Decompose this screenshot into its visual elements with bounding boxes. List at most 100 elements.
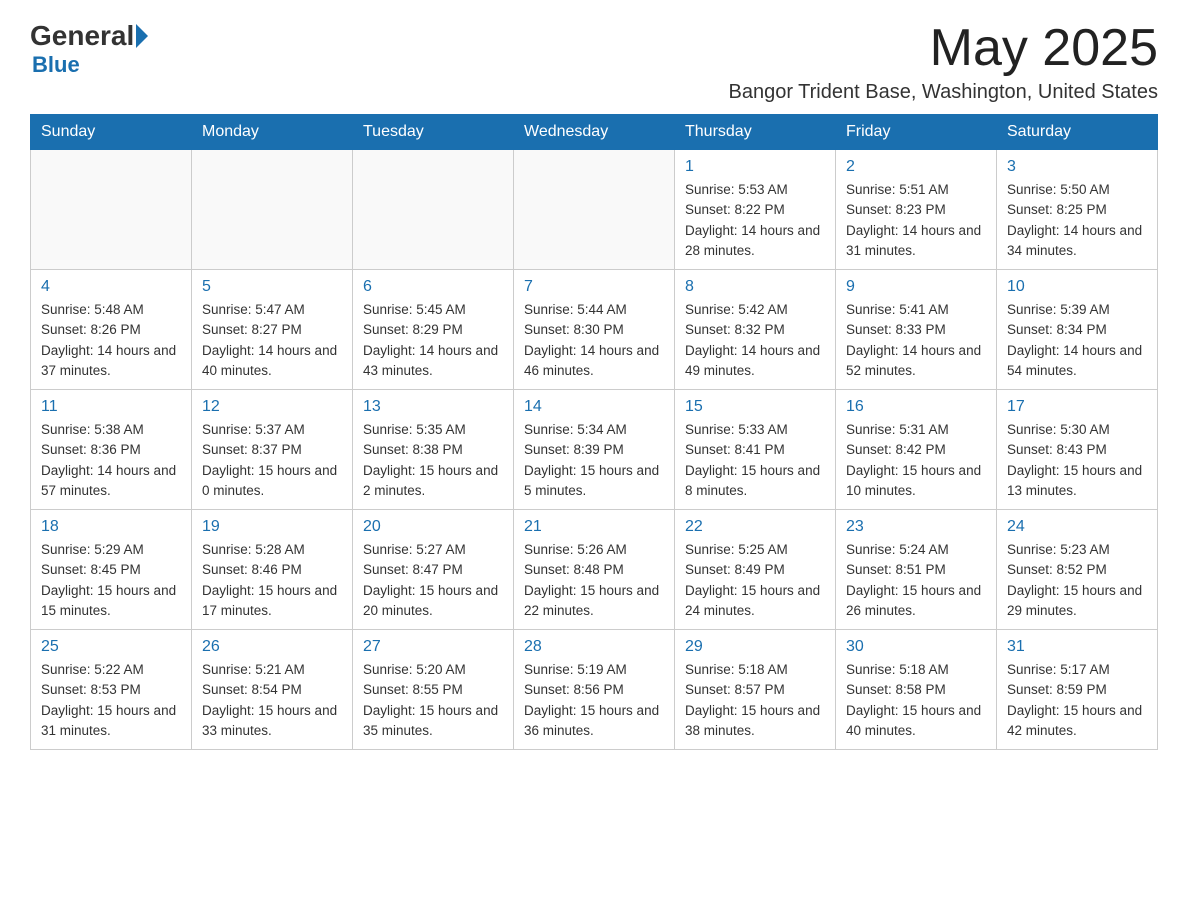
calendar-cell: 2 Sunrise: 5:51 AMSunset: 8:23 PMDaylight… xyxy=(836,150,997,270)
day-info: Sunrise: 5:38 AMSunset: 8:36 PMDaylight:… xyxy=(41,420,181,501)
day-info: Sunrise: 5:19 AMSunset: 8:56 PMDaylight:… xyxy=(524,660,664,741)
day-number: 15 xyxy=(685,398,825,416)
day-number: 24 xyxy=(1007,518,1147,536)
day-info: Sunrise: 5:51 AMSunset: 8:23 PMDaylight:… xyxy=(846,180,986,261)
calendar-week-row: 1 Sunrise: 5:53 AMSunset: 8:22 PMDaylight… xyxy=(31,150,1158,270)
day-info: Sunrise: 5:21 AMSunset: 8:54 PMDaylight:… xyxy=(202,660,342,741)
day-info: Sunrise: 5:47 AMSunset: 8:27 PMDaylight:… xyxy=(202,300,342,381)
calendar-cell: 17Sunrise: 5:30 AMSunset: 8:43 PMDayligh… xyxy=(997,390,1158,510)
day-number: 11 xyxy=(41,398,181,416)
calendar-cell: 10Sunrise: 5:39 AMSunset: 8:34 PMDayligh… xyxy=(997,270,1158,390)
calendar-cell: 3Sunrise: 5:50 AMSunset: 8:25 PMDaylight… xyxy=(997,150,1158,270)
day-info: Sunrise: 5:24 AMSunset: 8:51 PMDaylight:… xyxy=(846,540,986,621)
calendar-week-row: 11 Sunrise: 5:38 AMSunset: 8:36 PMDayligh… xyxy=(31,390,1158,510)
calendar-header-wednesday: Wednesday xyxy=(514,115,675,150)
day-info: Sunrise: 5:48 AMSunset: 8:26 PMDaylight:… xyxy=(41,300,181,381)
calendar-cell: 24 Sunrise: 5:23 AMSunset: 8:52 PMDayligh… xyxy=(997,510,1158,630)
calendar-cell xyxy=(192,150,353,270)
day-number: 20 xyxy=(363,518,503,536)
day-info: Sunrise: 5:18 AMSunset: 8:57 PMDaylight:… xyxy=(685,660,825,741)
day-number: 8 xyxy=(685,278,825,296)
calendar-week-row: 4 Sunrise: 5:48 AMSunset: 8:26 PMDaylight… xyxy=(31,270,1158,390)
calendar-week-row: 25Sunrise: 5:22 AMSunset: 8:53 PMDayligh… xyxy=(31,630,1158,750)
day-info: Sunrise: 5:27 AMSunset: 8:47 PMDaylight:… xyxy=(363,540,503,621)
calendar-cell: 22 Sunrise: 5:25 AMSunset: 8:49 PMDayligh… xyxy=(675,510,836,630)
day-number: 10 xyxy=(1007,278,1147,296)
calendar-cell: 11 Sunrise: 5:38 AMSunset: 8:36 PMDayligh… xyxy=(31,390,192,510)
logo-arrow-icon xyxy=(136,24,148,48)
day-number: 1 xyxy=(685,158,825,176)
day-number: 14 xyxy=(524,398,664,416)
day-info: Sunrise: 5:18 AMSunset: 8:58 PMDaylight:… xyxy=(846,660,986,741)
calendar-cell: 13 Sunrise: 5:35 AMSunset: 8:38 PMDayligh… xyxy=(353,390,514,510)
calendar-cell: 27 Sunrise: 5:20 AMSunset: 8:55 PMDayligh… xyxy=(353,630,514,750)
day-info: Sunrise: 5:50 AMSunset: 8:25 PMDaylight:… xyxy=(1007,180,1147,261)
calendar-cell: 15 Sunrise: 5:33 AMSunset: 8:41 PMDayligh… xyxy=(675,390,836,510)
day-number: 4 xyxy=(41,278,181,296)
calendar-cell: 18Sunrise: 5:29 AMSunset: 8:45 PMDayligh… xyxy=(31,510,192,630)
day-info: Sunrise: 5:26 AMSunset: 8:48 PMDaylight:… xyxy=(524,540,664,621)
calendar-header-row: SundayMondayTuesdayWednesdayThursdayFrid… xyxy=(31,115,1158,150)
day-number: 7 xyxy=(524,278,664,296)
calendar-cell: 29 Sunrise: 5:18 AMSunset: 8:57 PMDayligh… xyxy=(675,630,836,750)
day-info: Sunrise: 5:53 AMSunset: 8:22 PMDaylight:… xyxy=(685,180,825,261)
day-info: Sunrise: 5:28 AMSunset: 8:46 PMDaylight:… xyxy=(202,540,342,621)
logo-general: General xyxy=(30,20,134,52)
day-number: 19 xyxy=(202,518,342,536)
calendar-header-thursday: Thursday xyxy=(675,115,836,150)
day-number: 17 xyxy=(1007,398,1147,416)
page-header: General Blue May 2025 Bangor Trident Bas… xyxy=(30,20,1158,104)
day-info: Sunrise: 5:33 AMSunset: 8:41 PMDaylight:… xyxy=(685,420,825,501)
calendar-cell: 19 Sunrise: 5:28 AMSunset: 8:46 PMDayligh… xyxy=(192,510,353,630)
logo: General Blue xyxy=(30,20,148,78)
day-info: Sunrise: 5:34 AMSunset: 8:39 PMDaylight:… xyxy=(524,420,664,501)
calendar-cell: 26 Sunrise: 5:21 AMSunset: 8:54 PMDayligh… xyxy=(192,630,353,750)
day-number: 16 xyxy=(846,398,986,416)
day-number: 9 xyxy=(846,278,986,296)
calendar-cell: 20 Sunrise: 5:27 AMSunset: 8:47 PMDayligh… xyxy=(353,510,514,630)
day-info: Sunrise: 5:20 AMSunset: 8:55 PMDaylight:… xyxy=(363,660,503,741)
month-title: May 2025 xyxy=(728,20,1158,77)
day-number: 13 xyxy=(363,398,503,416)
logo-blue: Blue xyxy=(32,52,80,78)
calendar-cell: 30 Sunrise: 5:18 AMSunset: 8:58 PMDayligh… xyxy=(836,630,997,750)
day-number: 29 xyxy=(685,638,825,656)
calendar-header-tuesday: Tuesday xyxy=(353,115,514,150)
day-number: 2 xyxy=(846,158,986,176)
calendar-cell: 14 Sunrise: 5:34 AMSunset: 8:39 PMDayligh… xyxy=(514,390,675,510)
day-info: Sunrise: 5:35 AMSunset: 8:38 PMDaylight:… xyxy=(363,420,503,501)
day-info: Sunrise: 5:44 AMSunset: 8:30 PMDaylight:… xyxy=(524,300,664,381)
day-number: 23 xyxy=(846,518,986,536)
day-info: Sunrise: 5:31 AMSunset: 8:42 PMDaylight:… xyxy=(846,420,986,501)
calendar-cell: 4 Sunrise: 5:48 AMSunset: 8:26 PMDaylight… xyxy=(31,270,192,390)
day-number: 5 xyxy=(202,278,342,296)
day-number: 22 xyxy=(685,518,825,536)
calendar-cell: 5 Sunrise: 5:47 AMSunset: 8:27 PMDaylight… xyxy=(192,270,353,390)
day-number: 6 xyxy=(363,278,503,296)
calendar-cell: 28Sunrise: 5:19 AMSunset: 8:56 PMDayligh… xyxy=(514,630,675,750)
calendar-cell: 31Sunrise: 5:17 AMSunset: 8:59 PMDayligh… xyxy=(997,630,1158,750)
day-number: 21 xyxy=(524,518,664,536)
day-number: 26 xyxy=(202,638,342,656)
location-title: Bangor Trident Base, Washington, United … xyxy=(728,81,1158,104)
calendar-table: SundayMondayTuesdayWednesdayThursdayFrid… xyxy=(30,114,1158,750)
day-number: 27 xyxy=(363,638,503,656)
day-info: Sunrise: 5:29 AMSunset: 8:45 PMDaylight:… xyxy=(41,540,181,621)
day-info: Sunrise: 5:25 AMSunset: 8:49 PMDaylight:… xyxy=(685,540,825,621)
day-number: 30 xyxy=(846,638,986,656)
day-info: Sunrise: 5:17 AMSunset: 8:59 PMDaylight:… xyxy=(1007,660,1147,741)
calendar-cell xyxy=(31,150,192,270)
title-area: May 2025 Bangor Trident Base, Washington… xyxy=(728,20,1158,104)
calendar-cell: 21 Sunrise: 5:26 AMSunset: 8:48 PMDayligh… xyxy=(514,510,675,630)
calendar-header-friday: Friday xyxy=(836,115,997,150)
day-info: Sunrise: 5:37 AMSunset: 8:37 PMDaylight:… xyxy=(202,420,342,501)
calendar-cell: 12Sunrise: 5:37 AMSunset: 8:37 PMDayligh… xyxy=(192,390,353,510)
day-info: Sunrise: 5:41 AMSunset: 8:33 PMDaylight:… xyxy=(846,300,986,381)
calendar-cell: 1 Sunrise: 5:53 AMSunset: 8:22 PMDaylight… xyxy=(675,150,836,270)
calendar-header-saturday: Saturday xyxy=(997,115,1158,150)
day-info: Sunrise: 5:23 AMSunset: 8:52 PMDaylight:… xyxy=(1007,540,1147,621)
calendar-cell xyxy=(353,150,514,270)
calendar-cell: 8Sunrise: 5:42 AMSunset: 8:32 PMDaylight… xyxy=(675,270,836,390)
calendar-cell: 9 Sunrise: 5:41 AMSunset: 8:33 PMDaylight… xyxy=(836,270,997,390)
day-info: Sunrise: 5:45 AMSunset: 8:29 PMDaylight:… xyxy=(363,300,503,381)
